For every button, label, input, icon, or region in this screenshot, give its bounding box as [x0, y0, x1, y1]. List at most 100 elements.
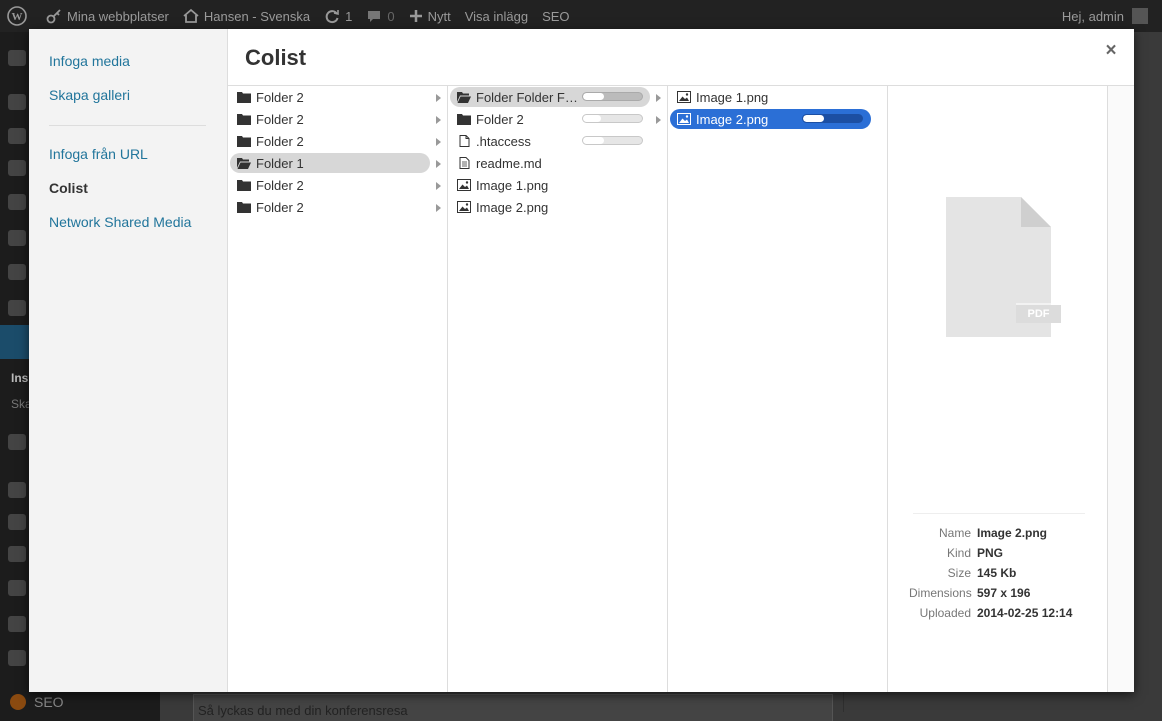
list-item[interactable]: Image 1.png	[670, 87, 870, 107]
posts-icon[interactable]	[8, 94, 26, 110]
media-modal: Infoga media Skapa galleri Infoga från U…	[29, 29, 1134, 692]
meta-row-dimensions: Dimensions 597 x 196	[909, 583, 1129, 603]
nav-colist[interactable]: Colist	[49, 180, 88, 196]
grid-icon[interactable]	[8, 616, 26, 632]
list-item[interactable]: Folder 2	[230, 131, 427, 151]
my-sites-menu[interactable]: Mina webbplatser	[39, 0, 176, 32]
file-metadata: Name Image 2.png Kind PNG Size 145 Kb Dimen…	[909, 523, 1129, 623]
progress-bar	[802, 114, 863, 123]
image-icon	[677, 91, 691, 103]
meta-row-uploaded: Uploaded 2014-02-25 12:14	[909, 603, 1129, 623]
meta-separator	[913, 513, 1085, 514]
progress-bar	[582, 114, 643, 123]
svg-text:W: W	[12, 11, 23, 23]
chevron-right-icon	[436, 204, 441, 212]
column-1[interactable]: Folder 2 Folder 2 Folder 2 Folder 1 Fold…	[228, 86, 448, 692]
seo-menu-item[interactable]: SEO	[10, 694, 64, 710]
file-icon	[459, 135, 470, 147]
list-item[interactable]: readme.md	[450, 153, 647, 173]
chevron-right-icon	[436, 116, 441, 124]
plugins-2-icon[interactable]	[8, 514, 26, 530]
new-content-menu[interactable]: Nytt	[402, 0, 458, 32]
nav-insert-media[interactable]: Infoga media	[49, 53, 130, 69]
close-button[interactable]: ×	[1102, 41, 1120, 61]
view-post-label: Visa inlägg	[464, 8, 529, 24]
chevron-right-icon	[436, 160, 441, 168]
chevron-right-icon	[656, 94, 661, 102]
folder-open-icon	[237, 158, 251, 169]
site-name-menu[interactable]: Hansen - Svenska	[176, 0, 317, 32]
list-item[interactable]: Image 1.png	[450, 175, 647, 195]
folder-open-icon	[457, 92, 471, 103]
gear-icon[interactable]	[8, 650, 26, 666]
nav-create-gallery[interactable]: Skapa galleri	[49, 87, 130, 103]
meta-row-size: Size 145 Kb	[909, 563, 1129, 583]
view-post-link[interactable]: Visa inlägg	[458, 0, 535, 32]
list-item[interactable]: Folder 2	[230, 87, 427, 107]
updates-count: 1	[345, 8, 353, 24]
list-item[interactable]: Folder 2	[230, 175, 427, 195]
file-preview: PDF	[946, 197, 1061, 337]
background-title-field: Så lyckas du med din konferensresa	[193, 694, 833, 721]
feedback-icon[interactable]	[8, 434, 26, 450]
meta-row-kind: Kind PNG	[909, 543, 1129, 563]
meta-value: 2014-02-25 12:14	[977, 606, 1073, 620]
submenu-item-1[interactable]: Ins	[11, 371, 28, 385]
seo-menu[interactable]: SEO	[535, 0, 576, 32]
meta-key: Kind	[946, 546, 971, 560]
pages-icon[interactable]	[8, 160, 26, 176]
greeting-label: Hej, admin	[1061, 8, 1124, 24]
page-title: Colist	[245, 45, 307, 70]
meta-value: 597 x 196	[977, 586, 1031, 600]
chevron-right-icon	[436, 182, 441, 190]
folder-icon	[237, 136, 251, 147]
meta-key: Dimensions	[909, 586, 972, 600]
image-icon	[457, 179, 471, 191]
site-name-label: Hansen - Svenska	[203, 8, 311, 24]
my-sites-label: Mina webbplatser	[67, 8, 169, 24]
plugins-icon[interactable]	[8, 264, 26, 280]
media-icon[interactable]	[8, 128, 26, 144]
meta-key: Uploaded	[919, 606, 971, 620]
dashboard-icon[interactable]	[8, 50, 26, 66]
seo-menu-label: SEO	[34, 694, 64, 710]
appearance-icon[interactable]	[8, 230, 26, 246]
comments-menu[interactable]: 0	[359, 0, 401, 32]
chevron-right-icon	[436, 138, 441, 146]
text-file-icon	[459, 157, 470, 169]
column-3[interactable]: Image 1.png Image 2.png	[668, 86, 888, 692]
folder-icon	[237, 92, 251, 103]
media-modal-sidebar: Infoga media Skapa galleri Infoga från U…	[29, 29, 228, 692]
settings-icon[interactable]	[8, 300, 26, 316]
active-menu-item[interactable]	[0, 325, 29, 359]
chevron-right-icon	[656, 116, 661, 124]
users-icon[interactable]	[8, 546, 26, 562]
list-item-selected[interactable]: Folder 1	[230, 153, 430, 173]
comments-menu-icon[interactable]	[8, 194, 26, 210]
nav-insert-from-url[interactable]: Infoga från URL	[49, 146, 148, 162]
wordpress-logo-icon[interactable]: W	[0, 0, 39, 32]
key-icon	[46, 9, 61, 24]
comments-count: 0	[387, 8, 395, 24]
admin-bar: W Mina webbplatser Hansen - Svenska 1 0 …	[0, 0, 1162, 32]
progress-bar	[582, 92, 643, 101]
list-item[interactable]: Image 2.png	[450, 197, 647, 217]
list-item[interactable]: Folder 2	[230, 197, 427, 217]
account-menu[interactable]: Hej, admin	[1055, 0, 1162, 32]
meta-key: Size	[947, 566, 971, 580]
updates-menu[interactable]: 1	[317, 0, 359, 32]
nav-network-shared-media[interactable]: Network Shared Media	[49, 214, 191, 230]
meta-value: PNG	[977, 546, 1004, 560]
home-icon	[183, 8, 199, 23]
avatar	[1132, 8, 1148, 24]
tools-icon[interactable]	[8, 482, 26, 498]
progress-bar	[582, 136, 643, 145]
image-icon	[677, 113, 691, 125]
column-2[interactable]: Folder Folder Folder Folder 2 .htaccess …	[448, 86, 668, 692]
meta-row-name: Name Image 2.png	[909, 523, 1129, 543]
wrench-icon[interactable]	[8, 580, 26, 596]
list-item[interactable]: Folder 2	[230, 109, 427, 129]
image-icon	[457, 201, 471, 213]
seo-plugin-icon	[10, 694, 26, 710]
comment-icon	[368, 11, 381, 22]
